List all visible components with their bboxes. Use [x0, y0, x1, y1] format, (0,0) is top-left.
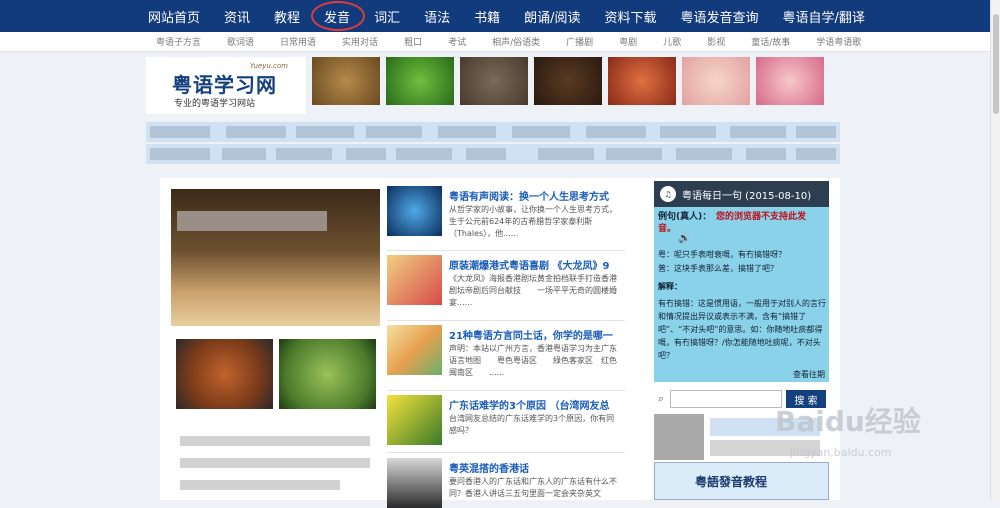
blurred-text: [180, 480, 340, 490]
article-title[interactable]: 粤英混搭的香港话: [449, 460, 529, 475]
search-input[interactable]: [670, 390, 782, 408]
speaker-icon[interactable]: 🔊: [678, 233, 690, 245]
blurred-link-row-2: [146, 144, 840, 164]
subnav-item[interactable]: 日常用语: [280, 35, 316, 48]
green-fruit-image[interactable]: [279, 339, 376, 409]
brain-thumbnail-image: [387, 186, 442, 236]
featured-books-image[interactable]: [171, 189, 380, 326]
nav-downloads[interactable]: 资料下载: [605, 7, 657, 26]
divider: [387, 452, 625, 453]
nav-books[interactable]: 书籍: [474, 7, 500, 26]
subnav-item[interactable]: 歌词语: [227, 35, 254, 48]
nav-vocabulary[interactable]: 词汇: [374, 7, 400, 26]
dialect-map-image: [387, 325, 442, 375]
watermark-url: jingyan.baidu.com: [790, 446, 892, 459]
subnav-item[interactable]: 粗口: [404, 35, 422, 48]
nav-pronunciation[interactable]: 发音: [311, 0, 366, 31]
article-title[interactable]: 原装潮爆港式粤语喜剧 《大龙凤》9: [449, 257, 609, 272]
article-desc: 从哲学家的小故事，让你换一个人生思考方式，生于公元前624年的古希腊哲学家泰利斯…: [449, 205, 617, 238]
article-title[interactable]: 粤语有声阅读：换一个人生思考方式: [449, 188, 609, 203]
subnav-item[interactable]: 粤剧: [619, 35, 637, 48]
food-dish-image[interactable]: [176, 339, 273, 409]
article-item[interactable]: 原装潮爆港式粤语喜剧 《大龙凤》9 《大龙凤》海报香港剧坛黄金拍档联手打造香港剧…: [387, 255, 627, 315]
subnav-item[interactable]: 影视: [707, 35, 725, 48]
banner-text: 粤語發音教程: [695, 475, 768, 489]
subnav-item[interactable]: 粤语子方言: [156, 35, 201, 48]
article-desc: 《大龙凤》海报香港剧坛黄金拍档联手打造香港剧坛帝剧后同台献技 一场平平无奇的圆楼…: [449, 274, 617, 307]
thumb-greens-image[interactable]: [386, 57, 454, 105]
featured-caption-blurred: [177, 211, 327, 231]
article-item[interactable]: 广东话难学的3个原因 （台湾网友总 台湾网友总结的广东话难学的3个原因，你有同感…: [387, 395, 627, 447]
blurred-ad: [654, 414, 704, 460]
article-item[interactable]: 粤英混搭的香港话 要问香港人的广东话和广东人的广东话有什么不同？香港人讲话三五句…: [387, 458, 627, 508]
blurred-text: [180, 436, 370, 446]
thumb-soil-image[interactable]: [534, 57, 602, 105]
mandarin-line: 普：这块手表那么差，搞错了吧？: [658, 264, 778, 273]
article-title[interactable]: 广东话难学的3个原因 （台湾网友总: [449, 397, 609, 412]
subnav-item[interactable]: 学语粤语歌: [816, 35, 861, 48]
nav-tutorial[interactable]: 教程: [274, 7, 300, 26]
article-desc: 声明：本站以广州方言，香港粤语学习为主广东语言地图 粤色粤语区 綠色客家区 红色…: [449, 344, 617, 377]
logo-tagline: 专业的粤语学习网站: [174, 99, 256, 109]
nav-home[interactable]: 网站首页: [148, 7, 200, 26]
top-navigation: 网站首页 资讯 教程 发音 词汇 语法 书籍 朗诵/阅读 资料下载 粤语发音查询…: [0, 0, 990, 32]
logo-name: 粤语学习网: [172, 73, 277, 97]
nav-reading[interactable]: 朗诵/阅读: [524, 7, 580, 26]
cantonese-line: 粤：呢只手表咁衰嘅，有冇搞错呀？: [658, 250, 786, 259]
subnav-item[interactable]: 广播剧: [566, 35, 593, 48]
article-desc: 台湾网友总结的广东话难学的3个原因，你有同感吗？: [449, 414, 615, 435]
thumb-beans-image[interactable]: [460, 57, 528, 105]
thumb-baby-image[interactable]: [682, 57, 750, 105]
explain-text: 有冇搞错：这是惯用语，一般用于对别人的言行和情况提出异议或表示不满，含有“搞错了…: [658, 299, 826, 360]
scrollbar[interactable]: [990, 0, 1000, 500]
article-title[interactable]: 21种粤语方言同土话，你学的是哪一: [449, 327, 613, 342]
explain-label: 解释：: [658, 282, 682, 291]
nav-news[interactable]: 资讯: [224, 7, 250, 26]
blurred-text: [180, 458, 370, 468]
article-desc: 要问香港人的广东话和广东人的广东话有什么不同？香港人讲话三五句里面一定会夹杂英文: [449, 477, 617, 498]
subnav-item[interactable]: 实用对话: [342, 35, 378, 48]
article-item[interactable]: 21种粤语方言同土话，你学的是哪一 声明：本站以广州方言，香港粤语学习为主广东语…: [387, 325, 627, 385]
sub-navigation: 粤语子方言 歌词语 日常用语 实用对话 粗口 考试 相声/俗语类 广播剧 粤剧 …: [0, 32, 990, 52]
subnav-item[interactable]: 童话/故事: [751, 35, 790, 48]
thumb-baby2-image[interactable]: [756, 57, 824, 105]
headphone-icon: ♫: [660, 186, 676, 202]
baidu-watermark-logo: Baidu经验: [775, 405, 921, 438]
divider: [387, 390, 625, 391]
search-icon: ⌕: [657, 392, 665, 405]
drama-poster-image: [387, 255, 442, 305]
subnav-item[interactable]: 儿歌: [663, 35, 681, 48]
nav-self-study[interactable]: 粤语自学/翻译: [783, 7, 865, 26]
pronunciation-course-banner[interactable]: 粤語發音教程: [654, 462, 829, 500]
header-thumbnails: [312, 57, 830, 105]
subnav-item[interactable]: 考试: [448, 35, 466, 48]
thumb-dish-image[interactable]: [608, 57, 676, 105]
person-photo-image: [387, 458, 442, 508]
cantonese-book-image: [387, 395, 442, 445]
divider: [387, 320, 625, 321]
daily-sentence-panel: 例句(真人)： 您的浏览器不支持此发音。 🔊 粤：呢只手表咁衰嘅，有冇搞错呀？ …: [654, 207, 829, 382]
browser-warning: 您的浏览器不支持此发音。: [658, 212, 807, 234]
scrollbar-thumb[interactable]: [993, 14, 999, 114]
thumb-seeds-image[interactable]: [312, 57, 380, 105]
view-archive-link[interactable]: 查看往期: [793, 369, 825, 381]
nav-grammar[interactable]: 语法: [424, 7, 450, 26]
subnav-item[interactable]: 相声/俗语类: [492, 35, 540, 48]
blurred-link-row-1: [146, 122, 840, 142]
nav-pronunciation-lookup[interactable]: 粤语发音查询: [681, 7, 759, 26]
divider: [387, 250, 625, 251]
site-logo[interactable]: Yueyu.com 粤语学习网 专业的粤语学习网站: [146, 57, 306, 114]
article-item[interactable]: 粤语有声阅读：换一个人生思考方式 从哲学家的小故事，让你换一个人生思考方式，生于…: [387, 186, 627, 240]
daily-title: 粤语每日一句 (2015-08-10): [682, 190, 812, 202]
daily-sentence-header: ♫ 粤语每日一句 (2015-08-10): [654, 181, 829, 207]
